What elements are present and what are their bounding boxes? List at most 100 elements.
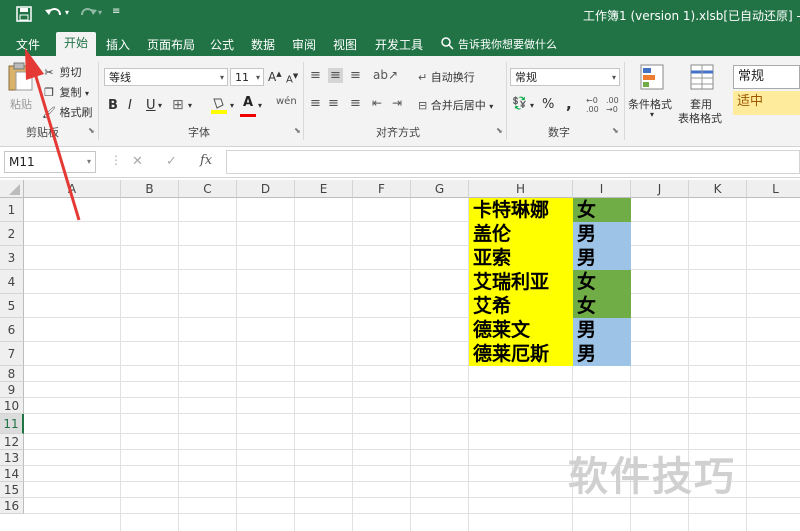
- save-icon[interactable]: [16, 6, 32, 22]
- tab-home[interactable]: 开始: [56, 32, 97, 56]
- redo-icon[interactable]: [78, 5, 98, 23]
- number-launcher-icon[interactable]: ⬊: [612, 126, 619, 135]
- row-header-14[interactable]: 14: [0, 466, 24, 482]
- row-header-1[interactable]: 1: [0, 198, 24, 222]
- name-cell[interactable]: 艾希: [469, 294, 573, 318]
- row-header-2[interactable]: 2: [0, 222, 24, 246]
- column-header-j[interactable]: J: [631, 180, 689, 198]
- select-all-corner[interactable]: [0, 180, 24, 198]
- name-cell[interactable]: 卡特琳娜: [469, 198, 573, 222]
- row-header-8[interactable]: 8: [0, 366, 24, 382]
- currency-icon[interactable]: 💱: [512, 96, 527, 110]
- align-left-icon[interactable]: ≡: [310, 96, 321, 111]
- enter-icon[interactable]: ✓: [166, 154, 177, 169]
- fill-color-icon[interactable]: [210, 96, 228, 114]
- align-middle-icon[interactable]: ≡: [328, 68, 343, 83]
- align-right-icon[interactable]: ≡: [350, 96, 361, 111]
- gender-cell[interactable]: 女: [573, 198, 631, 222]
- percent-button[interactable]: %: [542, 97, 554, 112]
- copy-dropdown-icon[interactable]: ▾: [85, 89, 89, 98]
- border-dropdown-icon[interactable]: ▾: [188, 101, 192, 110]
- copy-button[interactable]: ❐ 复制 ▾: [42, 84, 89, 100]
- cancel-icon[interactable]: ✕: [132, 154, 143, 169]
- redo-dropdown-icon[interactable]: ▾: [98, 8, 102, 17]
- border-icon[interactable]: ⊞: [172, 97, 184, 113]
- name-cell[interactable]: 德莱厄斯: [469, 342, 573, 366]
- row-header-7[interactable]: 7: [0, 342, 24, 366]
- orientation-icon[interactable]: ab↗: [373, 68, 398, 82]
- formula-input[interactable]: [226, 150, 800, 174]
- cut-button[interactable]: ✂ 剪切: [42, 64, 81, 80]
- paste-button[interactable]: 粘贴: [6, 62, 38, 116]
- tab-data[interactable]: 数据: [251, 34, 275, 56]
- column-header-k[interactable]: K: [689, 180, 747, 198]
- alignment-launcher-icon[interactable]: ⬊: [496, 126, 503, 135]
- conditional-format-button[interactable]: 条件格式 ▾: [628, 62, 678, 122]
- fill-color-dropdown-icon[interactable]: ▾: [230, 101, 234, 110]
- tell-me-search[interactable]: 告诉我你想要做什么: [458, 34, 557, 56]
- tab-view[interactable]: 视图: [333, 34, 357, 56]
- font-launcher-icon[interactable]: ⬊: [294, 126, 301, 135]
- number-format-combo[interactable]: 常规 ▾: [510, 68, 620, 86]
- column-header-b[interactable]: B: [121, 180, 179, 198]
- column-header-l[interactable]: L: [747, 180, 800, 198]
- row-header-6[interactable]: 6: [0, 318, 24, 342]
- bold-button[interactable]: B: [108, 98, 118, 113]
- align-center-icon[interactable]: ≡: [328, 96, 339, 111]
- row-header-9[interactable]: 9: [0, 382, 24, 398]
- font-size-combo[interactable]: 11 ▾: [230, 68, 264, 86]
- decrease-decimal-icon[interactable]: .00 →0: [606, 96, 619, 114]
- tab-insert[interactable]: 插入: [106, 34, 130, 56]
- customize-toolbar-icon[interactable]: ≡: [112, 6, 120, 17]
- decrease-indent-icon[interactable]: ⇤: [372, 96, 382, 110]
- wrap-text-button[interactable]: ↵ 自动换行: [418, 69, 475, 85]
- increase-indent-icon[interactable]: ⇥: [392, 96, 402, 110]
- underline-dropdown-icon[interactable]: ▾: [158, 101, 162, 110]
- column-header-g[interactable]: G: [411, 180, 469, 198]
- merge-center-button[interactable]: ⊟ 合并后居中 ▾: [418, 97, 493, 113]
- currency-dropdown-icon[interactable]: ▾: [530, 101, 534, 110]
- increase-font-icon[interactable]: A▲: [268, 70, 282, 84]
- tab-developer[interactable]: 开发工具: [375, 34, 423, 56]
- gender-cell[interactable]: 男: [573, 318, 631, 342]
- tab-file[interactable]: 文件: [16, 34, 40, 56]
- phonetic-icon[interactable]: wén: [276, 96, 297, 107]
- gender-cell[interactable]: 男: [573, 222, 631, 246]
- row-header-13[interactable]: 13: [0, 450, 24, 466]
- row-header-10[interactable]: 10: [0, 398, 24, 414]
- column-header-d[interactable]: D: [237, 180, 295, 198]
- cell-style-normal[interactable]: 常规: [733, 65, 800, 89]
- insert-function-icon[interactable]: fx: [200, 153, 212, 168]
- column-header-h[interactable]: H: [469, 180, 573, 198]
- underline-button[interactable]: U: [146, 98, 156, 113]
- merge-dropdown-icon[interactable]: ▾: [489, 102, 493, 111]
- comma-button[interactable]: ,: [566, 95, 572, 113]
- name-box[interactable]: M11 ▾: [4, 151, 96, 173]
- undo-icon[interactable]: [44, 5, 64, 23]
- tab-page-layout[interactable]: 页面布局: [147, 34, 195, 56]
- italic-button[interactable]: I: [128, 98, 132, 113]
- column-header-i[interactable]: I: [573, 180, 631, 198]
- format-painter-button[interactable]: 🖌 格式刷: [42, 104, 92, 120]
- name-cell[interactable]: 亚索: [469, 246, 573, 270]
- name-cell[interactable]: 盖伦: [469, 222, 573, 246]
- gender-cell[interactable]: 男: [573, 342, 631, 366]
- clipboard-launcher-icon[interactable]: ⬊: [88, 126, 95, 135]
- row-header-11[interactable]: 11: [0, 414, 24, 434]
- format-as-table-button[interactable]: 套用 表格格式: [678, 62, 728, 125]
- row-header-16[interactable]: 16: [0, 498, 24, 514]
- row-header-4[interactable]: 4: [0, 270, 24, 294]
- column-header-f[interactable]: F: [353, 180, 411, 198]
- column-header-e[interactable]: E: [295, 180, 353, 198]
- column-header-c[interactable]: C: [179, 180, 237, 198]
- tab-formulas[interactable]: 公式: [210, 34, 234, 56]
- row-header-5[interactable]: 5: [0, 294, 24, 318]
- align-top-icon[interactable]: ≡: [310, 68, 321, 83]
- gender-cell[interactable]: 男: [573, 246, 631, 270]
- decrease-font-icon[interactable]: A▼: [286, 72, 298, 85]
- column-header-a[interactable]: A: [24, 180, 121, 198]
- row-header-3[interactable]: 3: [0, 246, 24, 270]
- font-color-icon[interactable]: A: [240, 96, 256, 117]
- row-header-15[interactable]: 15: [0, 482, 24, 498]
- align-bottom-icon[interactable]: ≡: [350, 68, 361, 83]
